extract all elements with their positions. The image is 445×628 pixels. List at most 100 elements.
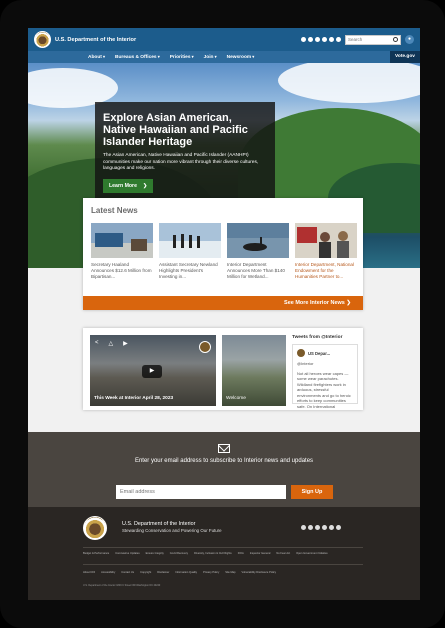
learn-more-button[interactable]: Learn More ❯ bbox=[103, 178, 154, 193]
footer-link[interactable]: Accessibility bbox=[101, 571, 115, 574]
accessibility-icon[interactable]: ● bbox=[405, 35, 414, 44]
video-player[interactable]: < △ ▶ ▶ This Week at Interior April 28, … bbox=[90, 335, 216, 406]
hero-title: Explore Asian American, Native Hawaiian … bbox=[103, 112, 248, 148]
news-image bbox=[91, 223, 153, 258]
news-item[interactable]: Interior Department Announces More Than … bbox=[227, 223, 289, 280]
footer-link[interactable]: Open Government Initiative bbox=[296, 552, 328, 555]
department-name[interactable]: U.S. Department of the Interior bbox=[55, 37, 136, 43]
footer-divider bbox=[83, 547, 363, 548]
hero-card: Explore Asian American, Native Hawaiian … bbox=[95, 102, 275, 207]
twitter-feed: Tweets from @Interior US Depar... @Inter… bbox=[292, 335, 358, 409]
footer-link[interactable]: Contact Us bbox=[121, 571, 134, 574]
youtube-icon[interactable] bbox=[336, 525, 341, 530]
main-nav: About Bureaus & Offices Priorities Join … bbox=[28, 51, 420, 63]
news-item[interactable]: Interior Department, National Endowment … bbox=[295, 223, 357, 280]
email-field[interactable] bbox=[116, 485, 286, 499]
instagram-icon[interactable] bbox=[301, 37, 306, 42]
nav-join[interactable]: Join bbox=[204, 54, 217, 60]
footer-link[interactable]: Site Map bbox=[225, 571, 235, 574]
see-more-label: See More Interior News bbox=[284, 300, 345, 306]
search-input[interactable] bbox=[348, 37, 393, 42]
tumblr-icon[interactable] bbox=[322, 37, 327, 42]
see-more-news-link[interactable]: See More Interior News ❯ bbox=[83, 296, 363, 310]
play-button[interactable]: ▶ bbox=[142, 365, 162, 378]
doi-seal-logo[interactable] bbox=[34, 31, 51, 48]
email-icon[interactable] bbox=[329, 525, 334, 530]
footer-link[interactable]: No Fear Act bbox=[276, 552, 290, 555]
tweet-user: US Depar... bbox=[297, 349, 353, 357]
subscribe-text: Enter your email address to subscribe to… bbox=[134, 458, 314, 464]
footer-link[interactable]: Privacy Policy bbox=[203, 571, 219, 574]
footer-department-name: U.S. Department of the Interior bbox=[122, 521, 196, 527]
video-controls: < △ ▶ bbox=[95, 340, 128, 347]
chevron-right-icon: ❯ bbox=[142, 182, 148, 189]
footer-link[interactable]: Covid Recovery bbox=[170, 552, 188, 555]
tumblr-icon[interactable] bbox=[322, 525, 327, 530]
footer-link[interactable]: Budget & Performance bbox=[83, 552, 109, 555]
footer-social-icons bbox=[301, 525, 341, 530]
nav-priorities[interactable]: Priorities bbox=[170, 54, 194, 60]
chevron-right-icon: ❯ bbox=[346, 300, 351, 306]
footer-link[interactable]: Coronavirus Updates bbox=[115, 552, 139, 555]
cloud-shape bbox=[278, 63, 420, 103]
subscribe-section: Enter your email address to subscribe to… bbox=[28, 432, 420, 507]
photo-tile[interactable]: Welcome bbox=[222, 335, 286, 406]
nav-newsroom[interactable]: Newsroom bbox=[227, 54, 255, 60]
news-caption: Secretary Haaland Announces $12.6 Millio… bbox=[91, 262, 152, 279]
tweet-handle: @Interior bbox=[297, 361, 314, 366]
video-title: This Week at Interior April 28, 2023 bbox=[94, 396, 174, 401]
facebook-icon[interactable] bbox=[308, 37, 313, 42]
facebook-icon[interactable] bbox=[308, 525, 313, 530]
avatar bbox=[297, 349, 305, 357]
news-item[interactable]: Secretary Haaland Announces $12.6 Millio… bbox=[91, 223, 153, 280]
search-box bbox=[345, 34, 401, 45]
twitter-icon[interactable] bbox=[315, 525, 320, 530]
footer-link[interactable]: Inspector General bbox=[250, 552, 271, 555]
instagram-icon[interactable] bbox=[301, 525, 306, 530]
browser-screen: U.S. Department of the Interior ● About … bbox=[28, 28, 420, 600]
share-icon[interactable]: < bbox=[95, 340, 99, 347]
news-heading: Latest News bbox=[91, 206, 138, 215]
nav-bureaus[interactable]: Bureaus & Offices bbox=[115, 54, 160, 60]
footer-link[interactable]: Information Quality bbox=[175, 571, 197, 574]
social-icons bbox=[301, 37, 341, 42]
footer: U.S. Department of the Interior Stewardi… bbox=[28, 507, 420, 600]
footer-link[interactable]: Vulnerability Disclosure Policy bbox=[242, 571, 277, 574]
footer-copyright: U.S. Department of the Interior 1849 C S… bbox=[83, 584, 161, 587]
news-image bbox=[295, 223, 357, 258]
vote-gov-link[interactable]: Vote.gov bbox=[390, 51, 420, 63]
mail-icon bbox=[218, 444, 230, 453]
youtube-icon[interactable]: ▶ bbox=[123, 340, 128, 347]
flask-icon[interactable]: △ bbox=[109, 340, 114, 347]
footer-link[interactable]: Diversity, Inclusion & Civil Rights bbox=[194, 552, 232, 555]
news-caption: Interior Department Announces More Than … bbox=[227, 262, 285, 279]
youtube-icon[interactable] bbox=[336, 37, 341, 42]
search-icon[interactable] bbox=[393, 37, 398, 42]
device-frame: U.S. Department of the Interior ● About … bbox=[0, 0, 445, 628]
latest-news-card: Latest News Secretary Haaland Announces … bbox=[83, 198, 363, 310]
tweet-username: US Depar... bbox=[308, 350, 331, 356]
twitter-icon[interactable] bbox=[315, 37, 320, 42]
photo-caption: Welcome bbox=[226, 396, 246, 401]
footer-links-secondary: About DOI Accessibility Contact Us Copyr… bbox=[83, 571, 365, 574]
footer-link[interactable]: FOIA bbox=[238, 552, 244, 555]
footer-seal-logo[interactable] bbox=[83, 516, 107, 540]
footer-link[interactable]: Disclaimer bbox=[157, 571, 169, 574]
footer-link[interactable]: Copyright bbox=[140, 571, 151, 574]
news-caption: Assistant Secretary Newland Highlights P… bbox=[159, 262, 218, 279]
footer-links-primary: Budget & Performance Coronavirus Updates… bbox=[83, 552, 365, 555]
news-image bbox=[227, 223, 289, 258]
nav-about[interactable]: About bbox=[88, 54, 105, 60]
sign-up-button[interactable]: Sign Up bbox=[291, 485, 333, 499]
footer-link[interactable]: Ensure Integrity bbox=[146, 552, 164, 555]
tweets-heading: Tweets from @Interior bbox=[292, 335, 343, 340]
subscribe-form: Sign Up bbox=[116, 485, 333, 499]
email-icon[interactable] bbox=[329, 37, 334, 42]
news-item[interactable]: Assistant Secretary Newland Highlights P… bbox=[159, 223, 221, 280]
footer-divider bbox=[83, 564, 363, 565]
news-image bbox=[159, 223, 221, 258]
footer-link[interactable]: About DOI bbox=[83, 571, 95, 574]
tweet-box[interactable]: US Depar... @Interior Not all heroes wea… bbox=[292, 344, 358, 409]
news-caption: Interior Department, National Endowment … bbox=[295, 262, 354, 279]
learn-more-label: Learn More bbox=[109, 182, 137, 189]
